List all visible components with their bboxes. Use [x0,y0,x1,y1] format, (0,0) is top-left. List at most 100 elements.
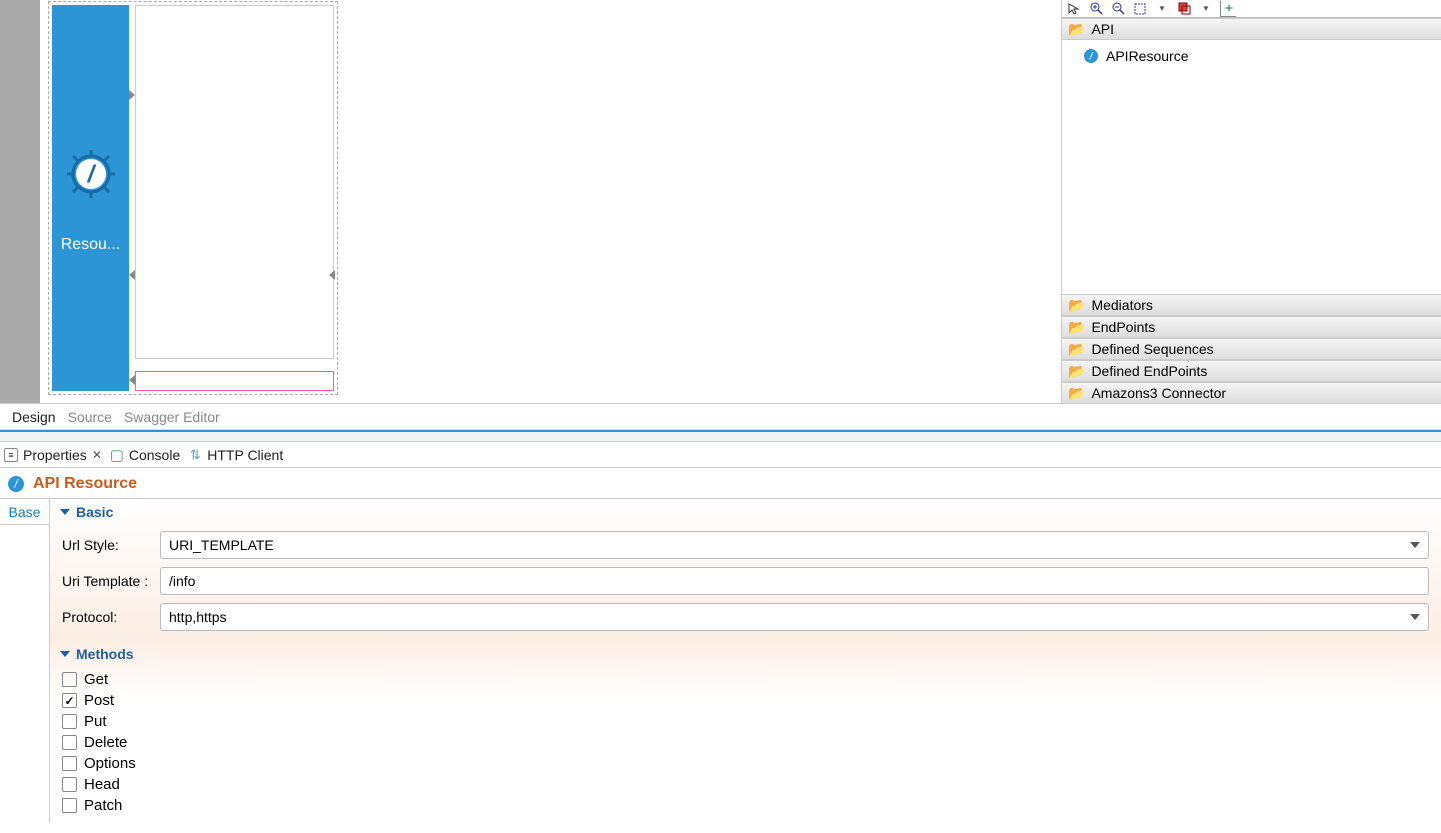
method-item: Patch [62,797,1429,814]
folder-open-icon: 📂 [1068,385,1085,402]
method-label: Delete [84,734,127,751]
url-style-select[interactable]: URI_TEMPLATE [160,531,1429,559]
folder-open-icon: 📂 [1068,319,1085,336]
method-label: Post [84,692,114,709]
gear-slash-icon: / [1082,47,1100,65]
method-item: Post [62,692,1429,709]
method-label: Put [84,713,107,730]
fault-arrow-icon [129,375,135,385]
palette-section-label: Amazons3 Connector [1091,385,1226,401]
select-value: URI_TEMPLATE [169,537,274,553]
canvas-left-margin [0,0,40,403]
properties-side-tabs: Base [0,499,50,822]
palette-section-mediators[interactable]: 📂 Mediators [1062,294,1441,316]
chevron-down-icon [1410,542,1420,548]
method-item: Options [62,755,1429,772]
editor-mode-tabs: Design Source Swagger Editor [0,404,1441,430]
palette-section-defined-endpoints[interactable]: 📂 Defined EndPoints [1062,360,1441,382]
properties-header: / API Resource [0,468,1441,499]
method-label: Head [84,776,120,793]
palette-section-label: API [1091,21,1114,37]
zoom-out-icon[interactable] [1110,1,1126,17]
method-item: Head [62,776,1429,793]
close-icon[interactable]: ✕ [92,448,102,462]
method-label: Get [84,671,108,688]
palette-section-label: Defined EndPoints [1091,363,1207,379]
panel-divider[interactable] [0,430,1441,442]
fault-sequence-drop-area[interactable] [135,371,334,391]
protocol-select[interactable]: http,https [160,603,1429,631]
palette-toolbar: ▼ ▼ [1062,0,1441,18]
console-icon: ▢ [110,448,124,462]
method-checkbox[interactable] [62,798,77,813]
api-resource-container[interactable]: / Resou... [48,1,338,395]
sequence-drop-area[interactable] [135,5,334,359]
properties-form: Basic Url Style: URI_TEMPLATE Uri Templa… [50,499,1441,822]
design-canvas[interactable]: / Resou... [0,0,1061,404]
marquee-icon[interactable] [1132,1,1148,17]
palette-item-apiresource[interactable]: / APIResource [1062,44,1441,68]
method-item: Get [62,671,1429,688]
palette-section-label: Mediators [1091,297,1152,313]
tab-label: Properties [23,447,87,463]
dropdown-arrow-icon[interactable]: ▼ [1154,1,1170,17]
method-checkbox[interactable] [62,693,77,708]
collapse-arrow-icon [60,651,70,657]
method-label: Options [84,755,136,772]
api-resource-node[interactable]: / Resou... [52,5,129,391]
zoom-in-icon[interactable] [1088,1,1104,17]
method-checkbox[interactable] [62,777,77,792]
flow-arrow-in-icon [129,90,135,100]
collapse-arrow-icon [60,509,70,515]
section-label: Methods [76,646,134,662]
palette-action-icon[interactable] [1176,1,1192,17]
properties-title: API Resource [33,475,137,493]
folder-open-icon: 📂 [1068,341,1085,358]
chevron-down-icon [1410,614,1420,620]
tab-source[interactable]: Source [62,409,118,425]
tab-http-client[interactable]: ⇅ HTTP Client [188,447,283,463]
side-tab-base[interactable]: Base [0,499,49,525]
palette-section-defined-sequences[interactable]: 📂 Defined Sequences [1062,338,1441,360]
method-checkbox[interactable] [62,756,77,771]
palette-item-label: APIResource [1106,48,1188,64]
methods-list: Get Post Put Delete Options Head Patch [50,667,1441,822]
dropdown-arrow-icon[interactable]: ▼ [1198,1,1214,17]
palette-section-label: EndPoints [1091,319,1155,335]
flow-arrow-far-icon [329,270,335,280]
section-methods[interactable]: Methods [50,641,1441,667]
folder-open-icon: 📂 [1068,297,1085,314]
uri-template-label: Uri Template : [62,573,160,589]
method-item: Put [62,713,1429,730]
gear-slash-icon: / [59,142,123,206]
method-checkbox[interactable] [62,735,77,750]
url-style-label: Url Style: [62,537,160,553]
uri-template-input[interactable] [160,567,1429,595]
bottom-view-tabs: ≡ Properties ✕ ▢ Console ⇅ HTTP Client [0,442,1441,468]
tab-label: HTTP Client [207,447,283,463]
method-checkbox[interactable] [62,672,77,687]
tab-swagger-editor[interactable]: Swagger Editor [118,409,226,425]
method-item: Delete [62,734,1429,751]
tab-design[interactable]: Design [6,409,62,425]
method-label: Patch [84,797,122,814]
select-value: http,https [169,609,227,625]
tab-properties[interactable]: ≡ Properties ✕ [4,447,102,463]
section-basic[interactable]: Basic [50,499,1441,525]
sparkle-icon[interactable] [1220,1,1236,17]
tab-console[interactable]: ▢ Console [110,447,180,463]
folder-open-icon: 📂 [1068,21,1085,38]
section-label: Basic [76,504,113,520]
palette-section-endpoints[interactable]: 📂 EndPoints [1062,316,1441,338]
folder-open-icon: 📂 [1068,363,1085,380]
tab-label: Console [129,447,180,463]
palette-section-api[interactable]: 📂 API [1062,18,1441,40]
properties-icon: ≡ [4,448,18,462]
palette-section-label: Defined Sequences [1091,341,1213,357]
palette-section-amazons3[interactable]: 📂 Amazons3 Connector [1062,382,1441,404]
select-tool-icon[interactable] [1066,1,1082,17]
gear-slash-icon: / [6,474,26,494]
method-checkbox[interactable] [62,714,77,729]
palette-panel: ▼ ▼ 📂 API / APIResource 📂 Mediators [1061,0,1441,404]
resource-node-label: Resou... [61,236,121,254]
